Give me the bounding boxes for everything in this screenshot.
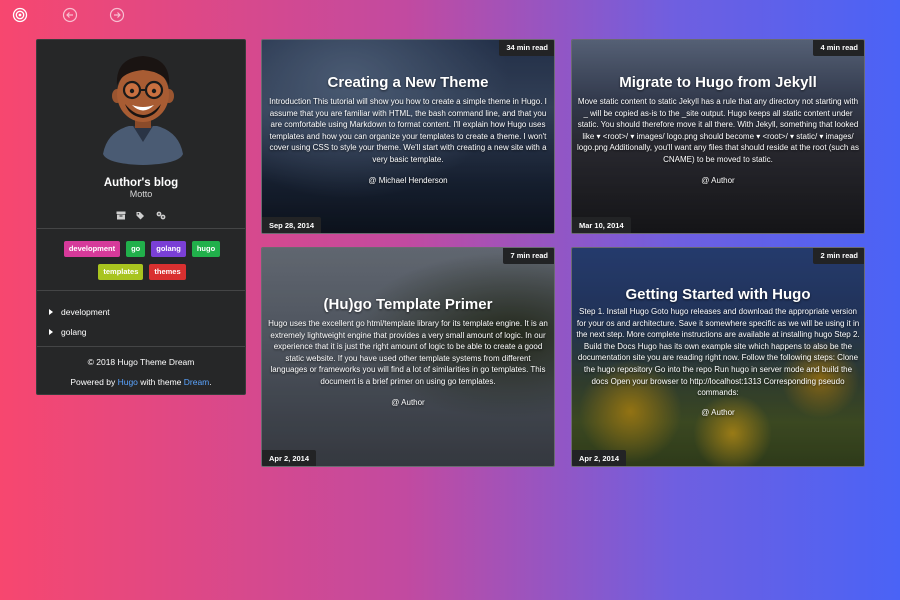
post-card-getting-started-with-hugo[interactable]: 2 min read Getting Started with Hugo Ste… xyxy=(571,247,865,467)
post-summary: Step 1. Install Hugo Goto hugo releases … xyxy=(576,307,860,398)
post-title[interactable]: Creating a New Theme xyxy=(262,74,554,91)
tag-development[interactable]: development xyxy=(63,241,121,257)
read-time-badge: 34 min read xyxy=(499,40,554,56)
post-date-badge: Apr 2, 2014 xyxy=(572,450,627,466)
avatar xyxy=(99,46,187,166)
post-author: @ Author xyxy=(701,408,735,417)
read-time-badge: 7 min read xyxy=(503,248,554,264)
powered-suffix: . xyxy=(209,377,212,387)
tags-icon[interactable] xyxy=(136,207,146,220)
category-item-golang[interactable]: golang xyxy=(49,322,110,342)
post-author: @ Author xyxy=(391,398,425,407)
post-card-migrate-to-hugo-from-jekyll[interactable]: 4 min read Migrate to Hugo from Jekyll M… xyxy=(571,39,865,234)
tag-go[interactable]: go xyxy=(126,241,146,257)
powered-by: Powered by Hugo with theme Dream. xyxy=(37,377,245,387)
post-date-badge: Sep 28, 2014 xyxy=(262,217,322,233)
post-summary: Introduction This tutorial will show you… xyxy=(269,97,547,164)
blog-motto: Motto xyxy=(129,189,153,199)
category-label: golang xyxy=(61,327,87,337)
divider xyxy=(37,346,245,347)
sidebar: Author's blog Motto development go golan… xyxy=(36,39,246,395)
post-summary: Move static content to static Jekyll has… xyxy=(577,97,859,164)
category-item-development[interactable]: development xyxy=(49,302,110,322)
read-time-badge: 4 min read xyxy=(813,40,864,56)
tag-cloud: development go golang hugo templates the… xyxy=(49,241,235,280)
divider xyxy=(37,228,245,229)
blog-title: Author's blog xyxy=(103,177,179,189)
post-author: @ Author xyxy=(701,176,735,185)
tag-hugo[interactable]: hugo xyxy=(191,241,221,257)
arrow-right-circle-icon[interactable] xyxy=(109,7,125,23)
post-card-hugo-template-primer[interactable]: 7 min read (Hu)go Template Primer Hugo u… xyxy=(261,247,555,467)
caret-right-icon xyxy=(49,329,53,335)
category-label: development xyxy=(61,307,110,317)
archive-icon[interactable] xyxy=(116,207,126,220)
hugo-link[interactable]: Hugo xyxy=(118,377,138,387)
post-summary: Hugo uses the excellent go html/template… xyxy=(268,319,548,386)
post-title[interactable]: (Hu)go Template Primer xyxy=(262,296,554,313)
powered-prefix: Powered by xyxy=(70,377,118,387)
caret-right-icon xyxy=(49,309,53,315)
sidebar-icon-row xyxy=(37,207,245,220)
divider xyxy=(37,290,245,291)
post-title[interactable]: Migrate to Hugo from Jekyll xyxy=(572,74,864,91)
powered-mid: with theme xyxy=(137,377,184,387)
post-date-badge: Mar 10, 2014 xyxy=(572,217,631,233)
category-list: development golang xyxy=(49,302,110,342)
post-author: @ Michael Henderson xyxy=(368,176,448,185)
arrow-left-circle-icon[interactable] xyxy=(62,7,78,23)
tag-templates[interactable]: templates xyxy=(98,264,144,280)
read-time-badge: 2 min read xyxy=(813,248,864,264)
post-date-badge: Apr 2, 2014 xyxy=(262,450,317,466)
post-title[interactable]: Getting Started with Hugo xyxy=(572,286,864,303)
target-icon[interactable] xyxy=(12,7,28,23)
tag-golang[interactable]: golang xyxy=(151,241,186,257)
dream-theme-link[interactable]: Dream xyxy=(184,377,210,387)
categories-icon[interactable] xyxy=(156,207,166,220)
copyright: © 2018 Hugo Theme Dream xyxy=(87,357,195,367)
tag-themes[interactable]: themes xyxy=(149,264,186,280)
post-card-creating-a-new-theme[interactable]: 34 min read Creating a New Theme Introdu… xyxy=(261,39,555,234)
